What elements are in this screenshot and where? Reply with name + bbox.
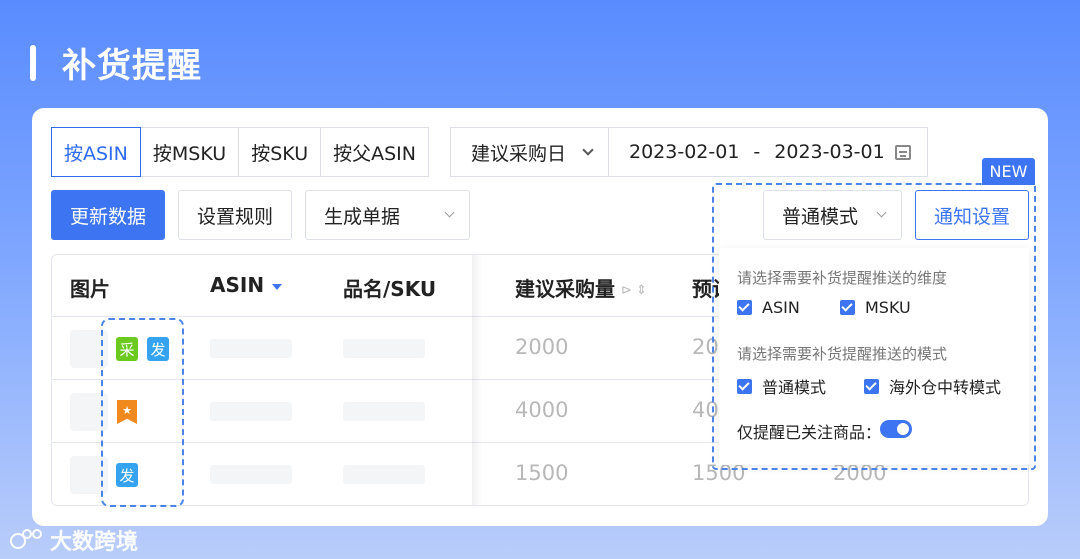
date-type-select[interactable]: 建议采购日 — [451, 128, 609, 176]
chevron-down-icon — [582, 144, 594, 156]
tab-sku[interactable]: 按SKU — [238, 127, 322, 177]
watermark: 大数跨境 — [10, 524, 138, 556]
title-accent-bar — [30, 44, 36, 81]
notification-highlight — [712, 183, 1036, 470]
suggested-qty: 4000 — [515, 398, 569, 422]
suggested-qty: 1500 — [515, 461, 569, 485]
sort-icon[interactable]: ⊳ ⇕ — [621, 283, 647, 298]
tags-highlight — [101, 318, 184, 507]
sku-placeholder — [343, 402, 425, 421]
tab-parent-asin[interactable]: 按父ASIN — [320, 127, 429, 177]
tab-asin[interactable]: 按ASIN — [51, 127, 141, 177]
date-range-picker[interactable]: 2023-02-01 - 2023-03-01 — [609, 141, 927, 163]
date-filter: 建议采购日 2023-02-01 - 2023-03-01 — [450, 127, 928, 177]
sku-placeholder — [343, 339, 425, 358]
page-header: 补货提醒 — [30, 38, 202, 87]
col-name-sku: 品名/SKU — [343, 277, 437, 301]
fixed-column-shadow — [472, 255, 482, 505]
refresh-data-button[interactable]: 更新数据 — [51, 190, 165, 240]
col-asin[interactable]: ASIN — [210, 273, 283, 297]
watermark-logo-icon — [10, 527, 44, 553]
watermark-text: 大数跨境 — [50, 530, 139, 555]
asin-placeholder — [210, 402, 292, 421]
dimension-tabs: 按ASIN 按MSKU 按SKU 按父ASIN — [51, 127, 429, 177]
col-image: 图片 — [70, 277, 110, 301]
end-date: 2023-03-01 — [774, 141, 885, 163]
suggested-qty: 2000 — [515, 335, 569, 359]
col-suggested-qty[interactable]: 建议采购量 ⊳ ⇕ — [515, 273, 647, 302]
tab-msku[interactable]: 按MSKU — [139, 127, 240, 177]
page-title: 补货提醒 — [62, 46, 202, 86]
date-separator: - — [753, 141, 761, 163]
set-rules-button[interactable]: 设置规则 — [178, 190, 292, 240]
date-type-label: 建议采购日 — [471, 142, 567, 165]
new-badge: NEW — [982, 158, 1035, 185]
calendar-icon[interactable] — [895, 145, 911, 160]
sku-placeholder — [343, 465, 425, 484]
asin-placeholder — [210, 465, 292, 484]
asin-placeholder — [210, 339, 292, 358]
generate-document-label: 生成单据 — [324, 205, 401, 228]
col-asin-label: ASIN — [210, 273, 265, 297]
sort-desc-icon[interactable] — [272, 283, 283, 290]
col-suggested-qty-label: 建议采购量 — [515, 277, 615, 301]
start-date: 2023-02-01 — [629, 141, 740, 163]
generate-document-select[interactable]: 生成单据 — [305, 190, 470, 240]
chevron-down-icon — [444, 207, 455, 218]
